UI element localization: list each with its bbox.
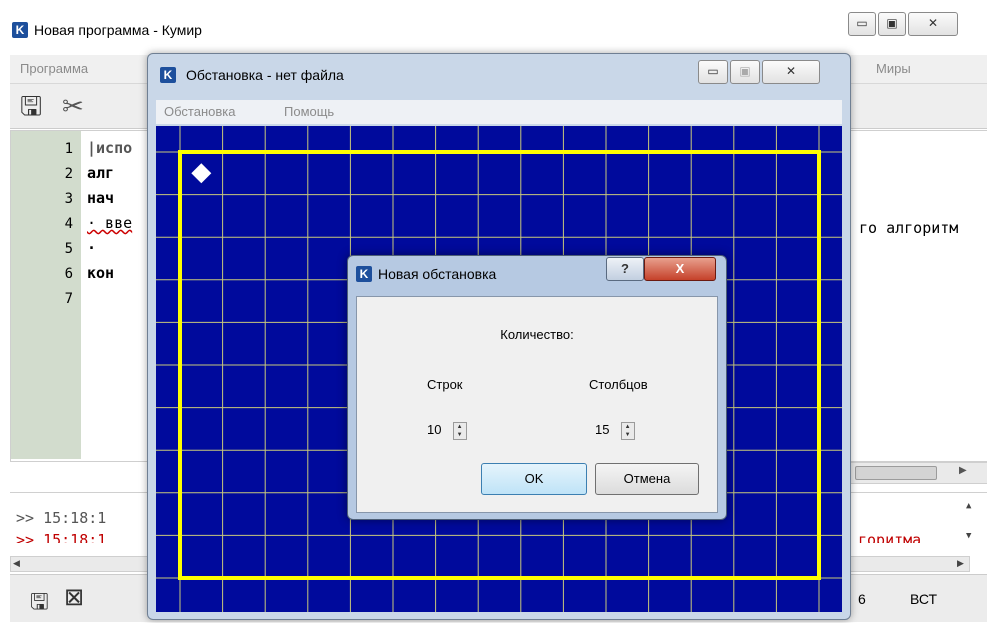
- save-icon[interactable]: 🖫: [20, 92, 42, 120]
- dialog-close-button[interactable]: X: [644, 257, 716, 281]
- scrollbar-thumb[interactable]: [855, 466, 937, 480]
- line-number-gutter: 1 2 3 4 5 6 7: [11, 131, 81, 459]
- ok-button[interactable]: OK: [481, 463, 587, 495]
- line-number: 1: [64, 141, 73, 157]
- cut-icon[interactable]: ✂: [62, 92, 84, 120]
- kumir-app-icon: K: [12, 22, 28, 38]
- line-number: 7: [64, 291, 73, 307]
- console-line: >> 15:18:1: [16, 509, 107, 527]
- code-line: нач: [87, 189, 115, 207]
- scroll-down-arrow-icon[interactable]: ▼: [966, 531, 971, 541]
- code-line: |испо: [87, 139, 133, 157]
- cols-label: Столбцов: [589, 377, 648, 392]
- cols-spin-icon[interactable]: ▲ ▼: [620, 422, 635, 440]
- scroll-left-arrow-icon[interactable]: ◀: [13, 558, 20, 569]
- line-number: 2: [64, 166, 73, 182]
- env-minimize-button[interactable]: ▭: [698, 60, 728, 84]
- console-right-fragment: горитма: [858, 531, 922, 543]
- console-line: >> 15:18:1: [16, 531, 107, 543]
- editor-hscrollbar[interactable]: ▶: [848, 462, 987, 484]
- code-line: · вве: [87, 214, 133, 232]
- status-mode: ВСТ: [910, 591, 938, 607]
- line-number: 6: [64, 266, 73, 282]
- console-vscrollbar[interactable]: ▲ ▼: [962, 495, 980, 555]
- env-menubar: Обстановка Помощь: [156, 100, 842, 124]
- line-number: 5: [64, 241, 73, 257]
- console-hscrollbar-right[interactable]: ▶: [848, 556, 970, 572]
- cancel-button[interactable]: Отмена: [595, 463, 699, 495]
- quantity-heading: Количество:: [500, 327, 574, 342]
- clear-console-icon[interactable]: ⊠: [64, 583, 84, 612]
- env-window-title: Обстановка - нет файла: [186, 67, 344, 83]
- cols-value[interactable]: 15: [595, 422, 617, 437]
- dialog-title: Новая обстановка: [378, 266, 497, 282]
- menu-environment[interactable]: Обстановка: [164, 104, 235, 119]
- rows-spin-icon[interactable]: ▲ ▼: [452, 422, 467, 440]
- rows-value[interactable]: 10: [427, 422, 449, 437]
- cols-stepper[interactable]: 15 ▲ ▼: [595, 422, 635, 440]
- menu-worlds[interactable]: Миры: [876, 61, 911, 76]
- new-environment-dialog: K Новая обстановка ? X Количество: Строк…: [347, 255, 727, 520]
- code-line: кон: [87, 264, 115, 282]
- code-line: алг: [87, 164, 115, 182]
- close-button[interactable]: ✕: [908, 12, 958, 36]
- main-window-title: Новая программа - Кумир: [34, 22, 202, 38]
- menu-help[interactable]: Помощь: [284, 104, 334, 119]
- env-close-button[interactable]: ✕: [762, 60, 820, 84]
- save-console-icon[interactable]: 🖫: [30, 585, 49, 623]
- help-button[interactable]: ?: [606, 257, 644, 281]
- scroll-up-arrow-icon[interactable]: ▲: [966, 501, 971, 511]
- status-position: 6: [858, 591, 866, 607]
- line-number: 3: [64, 191, 73, 207]
- menu-program[interactable]: Программа: [20, 61, 88, 76]
- dialog-titlebar: K Новая обстановка ? X: [348, 256, 726, 292]
- dialog-body: Количество: Строк Столбцов 10 ▲ ▼ 15 ▲ ▼ O…: [356, 296, 718, 513]
- code-line: ·: [87, 239, 97, 257]
- env-titlebar: K Обстановка - нет файла ▭ ▣ ✕: [148, 54, 850, 92]
- kumir-app-icon: K: [160, 67, 176, 83]
- kumir-app-icon: K: [356, 266, 372, 282]
- code-right-fragment: го алгоритм: [859, 219, 959, 237]
- console-hscrollbar[interactable]: ◀: [10, 556, 162, 572]
- env-maximize-button[interactable]: ▣: [730, 60, 760, 84]
- rows-label: Строк: [427, 377, 463, 392]
- minimize-button[interactable]: ▭: [848, 12, 876, 36]
- main-titlebar: K Новая программа - Кумир ▭ ▣ ✕: [0, 0, 987, 44]
- maximize-button[interactable]: ▣: [878, 12, 906, 36]
- rows-stepper[interactable]: 10 ▲ ▼: [427, 422, 467, 440]
- scroll-right-arrow-icon[interactable]: ▶: [959, 465, 967, 476]
- scroll-right-arrow-icon[interactable]: ▶: [957, 558, 964, 569]
- line-number: 4: [64, 216, 73, 232]
